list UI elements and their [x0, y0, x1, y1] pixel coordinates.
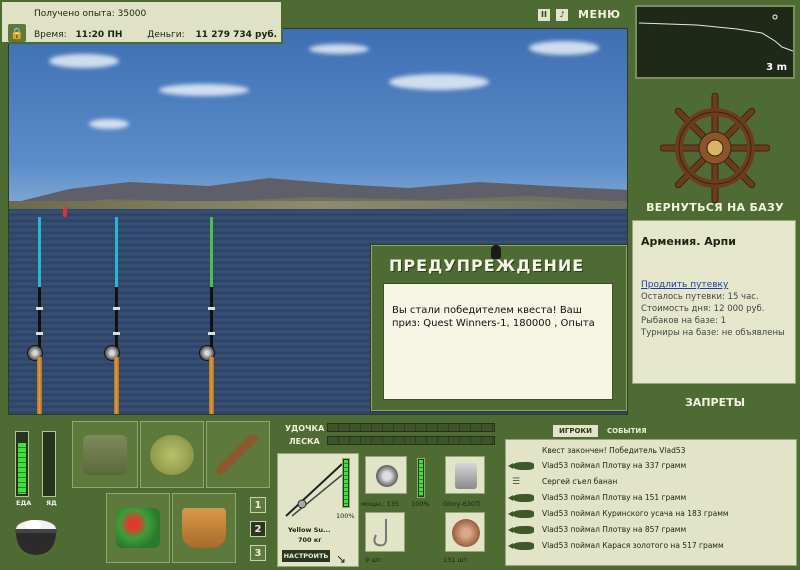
dialog-title: ПРЕДУПРЕЖДЕНИЕ — [389, 256, 585, 275]
log-row: Vlad53 поймал Карася золотого на 517 гра… — [506, 538, 796, 553]
food-meter — [15, 431, 29, 497]
cauldron-icon[interactable] — [11, 509, 61, 559]
time-value: 11:20 ПН — [75, 30, 123, 40]
depth-minimap[interactable]: 3 m — [635, 5, 795, 79]
lock-icon[interactable]: 🔒 — [8, 24, 26, 42]
inventory-slot-vegetables[interactable] — [106, 493, 170, 563]
inventory-tab-2[interactable]: 2 — [250, 521, 266, 537]
time-label: Время: — [34, 30, 67, 40]
base-info-card: Армения. Арпи Продлить путевку Осталось … — [632, 220, 796, 384]
dialog-message: Вы стали победителем квеста! Ваш приз: Q… — [383, 283, 613, 400]
reel-power: мощн.: 135 — [361, 500, 399, 508]
log-row: Vlad53 поймал Плотву на 857 грамм — [506, 522, 796, 537]
day-cost: Стоимость дня: 12 000 руб. — [641, 304, 765, 314]
rod-weight: 700 кг — [298, 536, 322, 544]
tackle-bag-icon — [83, 434, 127, 475]
poison-meter — [42, 431, 56, 497]
fishing-rod-2[interactable] — [104, 217, 120, 414]
reel-slot[interactable] — [365, 456, 407, 494]
tournaments-status: Турниры на базе: не объявлены — [641, 328, 785, 338]
rod-name: Yellow Su... — [288, 526, 331, 534]
ship-wheel-icon[interactable] — [660, 93, 770, 203]
food-label: ЕДА — [16, 499, 32, 507]
bait-count: 131 шт. — [443, 556, 470, 564]
arrow-icon: ↘ — [336, 552, 347, 566]
player-info-panel: Получено опыта: 35000 🔒 Время: 11:20 ПН … — [0, 0, 283, 44]
pause-button[interactable]: II — [538, 8, 550, 21]
tab-events[interactable]: СОБЫТИЯ — [601, 425, 653, 437]
float-marker[interactable] — [63, 207, 67, 217]
reel-icon — [376, 465, 398, 487]
setup-button[interactable]: НАСТРОИТЬ — [282, 550, 330, 562]
return-to-base-button[interactable]: ВЕРНУТЬСЯ НА БАЗУ — [630, 201, 800, 214]
hook-count: 9 шт. — [365, 556, 384, 564]
base-location: Армения. Арпи — [641, 235, 736, 248]
exp-label: Получено опыта: — [34, 9, 115, 19]
bans-button[interactable]: ЗАПРЕТЫ — [632, 396, 798, 409]
menu-button[interactable]: МЕНЮ — [578, 8, 621, 21]
rod-tension-bar — [327, 423, 495, 432]
poison-label: ЯД — [46, 499, 57, 507]
line-name: Glory-630Ti — [443, 500, 481, 508]
vegetable-basket-icon — [116, 508, 160, 548]
top-controls: II ♪ МЕНЮ — [538, 8, 621, 21]
inventory-slot-tackle-bag[interactable] — [72, 421, 138, 488]
log-row: Vlad53 поймал Плотву на 337 грамм — [506, 458, 796, 473]
tab-players[interactable]: ИГРОКИ — [553, 425, 598, 437]
fork-icon: ☰ — [512, 476, 521, 487]
fish-icon — [508, 461, 534, 470]
money-value: 11 279 734 руб. — [195, 30, 278, 40]
log-row: ☰ Сергей съел банан — [512, 476, 618, 487]
extend-permit-link[interactable]: Продлить путевку — [641, 280, 787, 290]
rod-panel: УДОЧКА ЛЕСКА 100% Yellow Su... 700 кг НА… — [275, 420, 499, 568]
line-spool-icon — [455, 463, 477, 489]
line-slot[interactable] — [445, 456, 485, 494]
bait-sack-icon — [150, 434, 194, 475]
events-log: ИГРОКИ СОБЫТИЯ Квест закончен! Победител… — [505, 420, 797, 566]
hook-slot[interactable] — [365, 512, 405, 552]
fish-icon — [508, 509, 534, 518]
inventory-tab-1[interactable]: 1 — [250, 497, 266, 513]
log-row: Vlad53 поймал Плотву на 151 грамм — [506, 490, 796, 505]
fishing-rod-1[interactable] — [27, 217, 43, 414]
log-list: Квест закончен! Победитель Vlad53 Vlad53… — [505, 439, 797, 566]
fish-icon — [508, 541, 534, 550]
money-label: Деньги: — [147, 30, 185, 40]
inventory-tab-3[interactable]: 3 — [250, 545, 266, 561]
warning-dialog: ПРЕДУПРЕЖДЕНИЕ Вы стали победителем квес… — [370, 244, 628, 412]
inventory-slot-bait-sack[interactable] — [140, 421, 204, 488]
rod-card[interactable]: 100% Yellow Su... 700 кг НАСТРОИТЬ ↘ — [277, 453, 359, 567]
inventory-slot-tools[interactable] — [206, 421, 270, 488]
rod-label: УДОЧКА — [285, 424, 325, 433]
sound-button[interactable]: ♪ — [556, 8, 568, 21]
distance-readout: 3 m — [766, 62, 787, 73]
rod-condition-gauge — [342, 458, 350, 508]
fishers-count: Рыбаков на базе: 1 — [641, 316, 726, 326]
fishing-rod-3[interactable] — [199, 217, 215, 414]
log-row: Vlad53 поймал Куринского усача на 183 гр… — [506, 506, 796, 521]
wooden-bucket-icon — [182, 508, 226, 548]
permit-remaining: Осталось путевки: 15 час. — [641, 292, 759, 302]
log-row: Квест закончен! Победитель Vlad53 — [542, 446, 686, 455]
fish-icon — [508, 493, 534, 502]
exp-value: 35000 — [117, 9, 147, 19]
reel-condition: 100% — [411, 500, 430, 508]
inventory-slot-bucket[interactable] — [172, 493, 236, 563]
rod-condition: 100% — [336, 512, 355, 520]
fish-icon — [508, 525, 534, 534]
line-tension-bar — [327, 436, 495, 445]
hook-icon — [373, 519, 387, 547]
line-label: ЛЕСКА — [289, 437, 320, 446]
shrimp-bait-icon — [452, 519, 480, 547]
shore-line — [9, 201, 627, 209]
scoop-net-icon — [216, 434, 260, 475]
reel-condition-gauge — [417, 458, 425, 498]
bait-slot[interactable] — [445, 512, 485, 552]
